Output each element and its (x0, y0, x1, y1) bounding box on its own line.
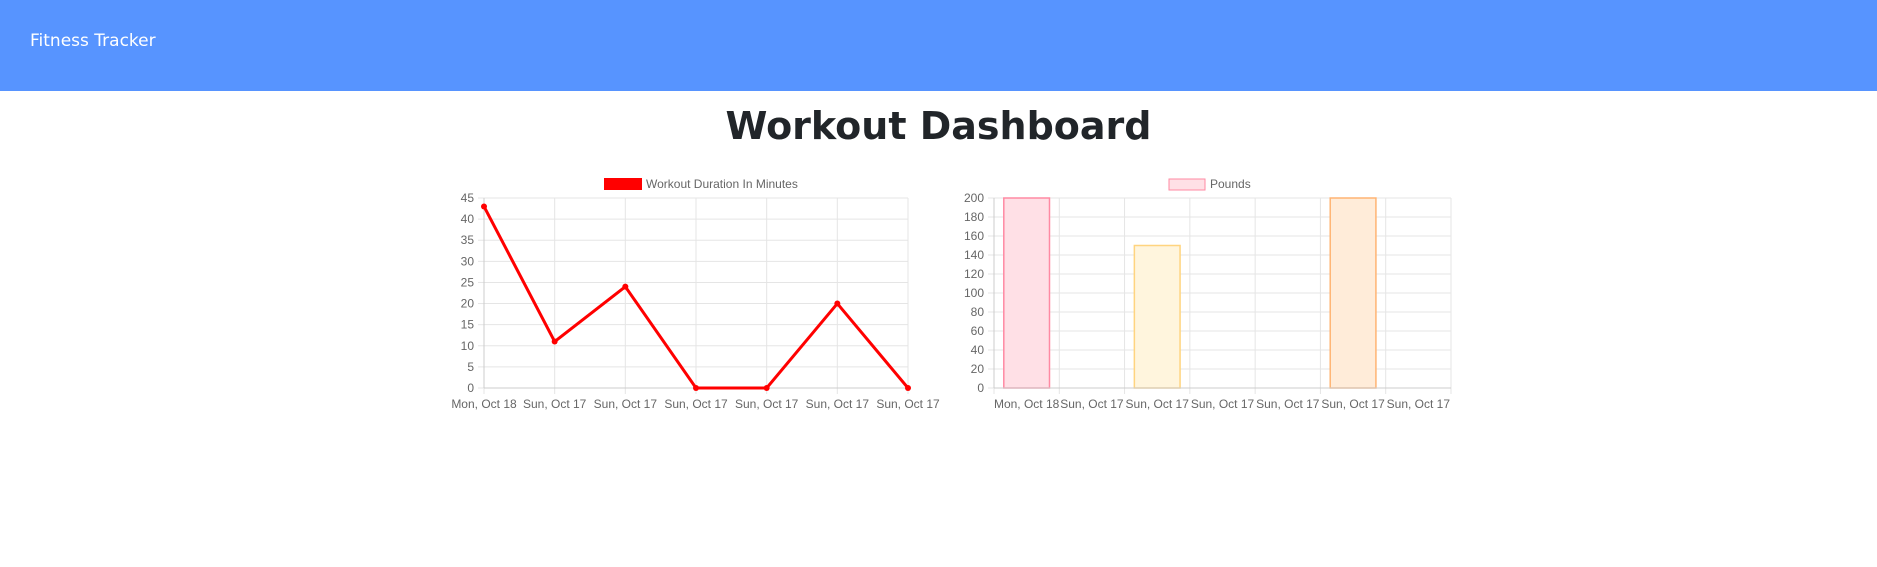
y-tick-label: 40 (971, 343, 985, 357)
x-tick-label: Sun, Oct 17 (664, 397, 728, 411)
y-tick-label: 20 (461, 297, 475, 311)
x-tick-label: Sun, Oct 17 (594, 397, 658, 411)
bar (1133, 244, 1181, 389)
x-tick-label: Sun, Oct 17 (1321, 397, 1385, 411)
x-tick-label: Mon, Oct 18 (994, 397, 1060, 411)
workout-duration-line-chart: Workout Duration In Minutes 0 5 10 15 20 25 30 3… (451, 177, 940, 411)
pounds-bar-chart: Pounds 0 20 40 60 80 100 120 140 160 180 200 Mon, Oc… (964, 177, 1452, 411)
y-tick-label: 25 (461, 275, 475, 289)
navbar-brand[interactable]: Fitness Tracker (30, 31, 156, 51)
legend-swatch (1168, 178, 1206, 191)
data-point (763, 385, 770, 391)
page-title: Workout Dashboard (725, 104, 1152, 148)
y-tick-label: 120 (964, 267, 984, 281)
y-tick-label: 140 (964, 248, 984, 262)
y-tick-label: 180 (964, 210, 984, 224)
y-tick-label: 30 (461, 254, 475, 268)
data-point (693, 385, 699, 391)
y-tick-label: 20 (971, 362, 985, 376)
x-tick-label: Sun, Oct 17 (735, 397, 799, 411)
data-point (905, 385, 911, 391)
bar (1003, 197, 1051, 389)
y-tick-label: 80 (971, 305, 985, 319)
y-tick-label: 0 (977, 381, 984, 395)
x-tick-label: Sun, Oct 17 (876, 397, 940, 411)
legend-swatch (604, 178, 642, 190)
x-tick-label: Sun, Oct 17 (1191, 397, 1255, 411)
x-tick-label: Sun, Oct 17 (806, 397, 870, 411)
x-tick-label: Sun, Oct 17 (1387, 397, 1451, 411)
data-point (481, 203, 487, 210)
y-tick-label: 15 (461, 318, 475, 332)
y-tick-label: 60 (971, 324, 985, 338)
y-tick-label: 35 (461, 233, 475, 247)
y-tick-label: 45 (461, 191, 475, 205)
legend-label: Workout Duration In Minutes (646, 177, 798, 191)
y-tick-label: 100 (964, 286, 984, 300)
x-tick-label: Mon, Oct 18 (451, 397, 517, 411)
y-tick-label: 40 (461, 212, 475, 226)
navbar: Fitness Tracker (0, 0, 1877, 91)
x-tick-label: Sun, Oct 17 (1256, 397, 1320, 411)
x-tick-label: Sun, Oct 17 (523, 397, 587, 411)
data-point (551, 338, 558, 345)
y-tick-label: 0 (467, 381, 474, 395)
data-point (622, 283, 629, 290)
y-tick-label: 5 (467, 360, 474, 374)
legend-label: Pounds (1210, 177, 1251, 191)
y-tick-label: 10 (461, 339, 475, 353)
data-point (834, 300, 841, 307)
y-tick-label: 160 (964, 229, 984, 243)
y-tick-label: 200 (964, 191, 984, 205)
x-tick-label: Sun, Oct 17 (1060, 397, 1124, 411)
bar (1329, 197, 1377, 389)
x-tick-label: Sun, Oct 17 (1126, 397, 1190, 411)
